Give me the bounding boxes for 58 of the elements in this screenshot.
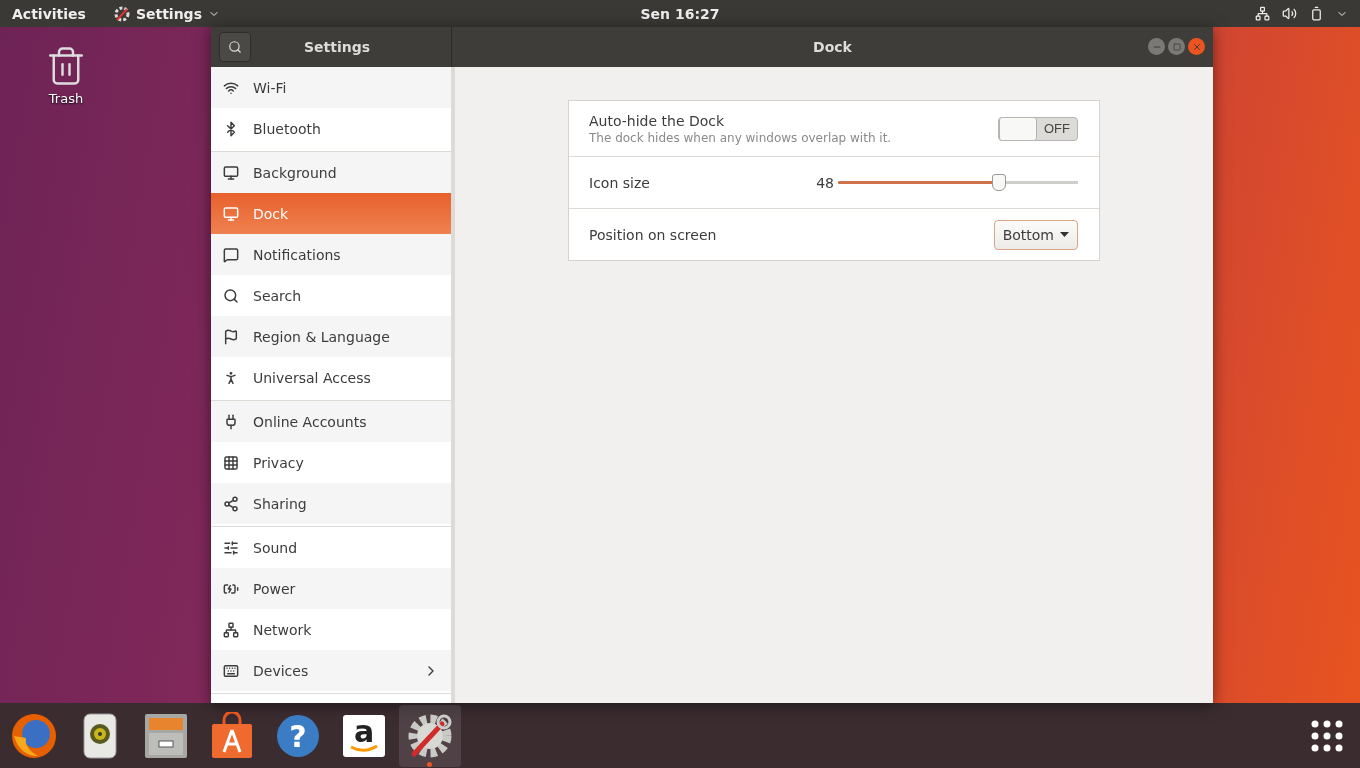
sidebar-item[interactable]: Notifications — [211, 234, 451, 275]
speaker-icon — [83, 712, 117, 759]
maximize-button[interactable] — [1168, 38, 1185, 55]
slider-value: 48 — [816, 174, 834, 191]
sidebar-title: Settings — [302, 39, 372, 55]
dock-app[interactable]: ? — [267, 704, 329, 767]
dot-grid-icon — [1310, 718, 1344, 753]
globe-fox-icon — [10, 711, 58, 760]
dock-app[interactable] — [399, 704, 461, 767]
setting-label: Position on screen — [589, 226, 718, 243]
setting-description: The dock hides when any windows overlap with it. — [589, 130, 893, 145]
flag-icon — [223, 328, 239, 345]
show-apps-button[interactable] — [1310, 718, 1344, 753]
person-icon — [223, 369, 239, 386]
grid-icon — [223, 454, 239, 471]
position-dropdown[interactable]: Bottom — [993, 219, 1078, 250]
caret-icon — [1060, 232, 1069, 237]
sidebar-item[interactable]: Devices — [211, 650, 451, 691]
activities-button[interactable]: Activities — [12, 5, 86, 22]
sidebar-item[interactable]: Wi-Fi — [211, 67, 451, 108]
sidebar-item[interactable]: Online Accounts — [211, 401, 451, 442]
dock-app[interactable]: a — [333, 704, 395, 767]
toggle-switch[interactable]: OFF — [998, 116, 1078, 141]
desktop-icon-label: Trash — [48, 91, 84, 106]
sidebar-item[interactable]: Sharing — [211, 483, 451, 524]
share-icon — [223, 495, 239, 512]
keyboard-icon — [223, 662, 239, 679]
file-cabinet-icon — [144, 712, 188, 759]
shopping-logo-icon: a — [342, 713, 386, 758]
maximize-icon — [1172, 42, 1181, 51]
running-indicator — [427, 761, 432, 767]
network-icon[interactable] — [1255, 6, 1270, 21]
window-title: Dock — [813, 39, 852, 55]
help-icon: ? — [276, 713, 320, 758]
minimize-button[interactable] — [1148, 38, 1165, 55]
sidebar-item[interactable]: Background — [211, 152, 451, 193]
close-button[interactable] — [1188, 38, 1205, 55]
search-icon — [228, 40, 242, 54]
battery-icon[interactable] — [1309, 6, 1324, 21]
setting-label: Icon size — [589, 174, 650, 191]
shopping-bag-icon — [210, 711, 254, 760]
search-button[interactable] — [219, 32, 251, 62]
setting-label: Auto-hide the Dock — [589, 112, 726, 129]
search-icon — [223, 287, 239, 304]
close-icon — [1191, 41, 1202, 52]
gear-icon — [113, 5, 130, 22]
app-menu[interactable]: Settings — [113, 5, 220, 22]
monitor-icon — [223, 205, 239, 222]
sliders-icon — [223, 539, 239, 556]
clock[interactable]: Sen 16:27 — [640, 5, 720, 22]
sidebar-item[interactable]: Power — [211, 568, 451, 609]
slider-handle[interactable] — [992, 174, 1007, 191]
speech-bubble-icon — [223, 246, 239, 263]
volume-icon[interactable] — [1282, 6, 1297, 21]
monitor-icon — [223, 164, 239, 181]
sidebar-item[interactable]: Region & Language — [211, 316, 451, 357]
plug-icon — [223, 413, 239, 430]
network-icon — [223, 621, 239, 638]
